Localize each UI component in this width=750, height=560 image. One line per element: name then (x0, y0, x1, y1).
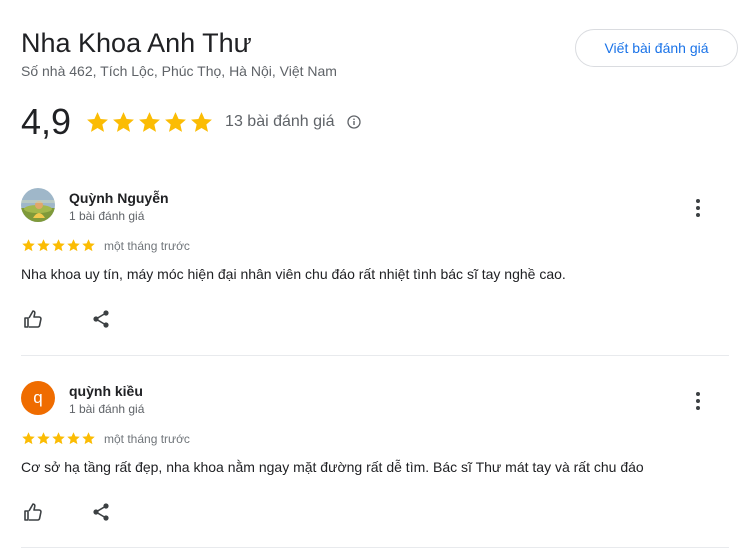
star-icon (66, 431, 81, 446)
star-icon (189, 110, 214, 135)
star-icon (137, 110, 162, 135)
share-icon[interactable] (92, 309, 110, 329)
review-time: một tháng trước (104, 431, 190, 446)
share-icon[interactable] (92, 502, 110, 522)
review-time: một tháng trước (104, 238, 190, 253)
place-address: Số nhà 462, Tích Lộc, Phúc Thọ, Hà Nội, … (21, 63, 337, 79)
rating-summary: 4,9 13 bài đánh giá (21, 101, 362, 142)
review-divider (21, 355, 729, 356)
review-author[interactable]: Quỳnh Nguyễn (69, 190, 169, 206)
review-stars (21, 238, 96, 253)
star-icon (36, 238, 51, 253)
review-rating: một tháng trước (21, 238, 190, 253)
star-icon (81, 238, 96, 253)
star-icon (81, 431, 96, 446)
star-icon (21, 431, 36, 446)
star-icon (85, 110, 110, 135)
write-review-button[interactable]: Viết bài đánh giá (575, 29, 738, 67)
review-text: Nha khoa uy tín, máy móc hiện đại nhân v… (21, 266, 566, 282)
profile-photo-icon (21, 188, 55, 222)
review-author[interactable]: quỳnh kiều (69, 383, 143, 399)
review-author-meta: 1 bài đánh giá (69, 402, 145, 416)
average-stars (85, 110, 214, 135)
review-author-meta: 1 bài đánh giá (69, 209, 145, 223)
star-icon (36, 431, 51, 446)
review-rating: một tháng trước (21, 431, 190, 446)
place-header: Nha Khoa Anh Thư Số nhà 462, Tích Lộc, P… (21, 26, 337, 79)
star-icon (111, 110, 136, 135)
star-icon (66, 238, 81, 253)
star-icon (163, 110, 188, 135)
thumbs-up-icon[interactable] (23, 502, 43, 522)
review-divider (21, 547, 729, 548)
more-options-icon[interactable] (691, 391, 705, 411)
review-text: Cơ sở hạ tầng rất đẹp, nha khoa nằm ngay… (21, 459, 644, 475)
average-score: 4,9 (21, 101, 72, 142)
review-count: 13 bài đánh giá (225, 113, 335, 130)
star-icon (21, 238, 36, 253)
more-options-icon[interactable] (691, 198, 705, 218)
review-stars (21, 431, 96, 446)
place-name: Nha Khoa Anh Thư (21, 28, 252, 58)
info-icon[interactable] (347, 115, 362, 129)
star-icon (51, 431, 66, 446)
avatar[interactable] (21, 188, 55, 222)
thumbs-up-icon[interactable] (23, 309, 43, 329)
star-icon (51, 238, 66, 253)
avatar[interactable]: q (21, 381, 55, 415)
